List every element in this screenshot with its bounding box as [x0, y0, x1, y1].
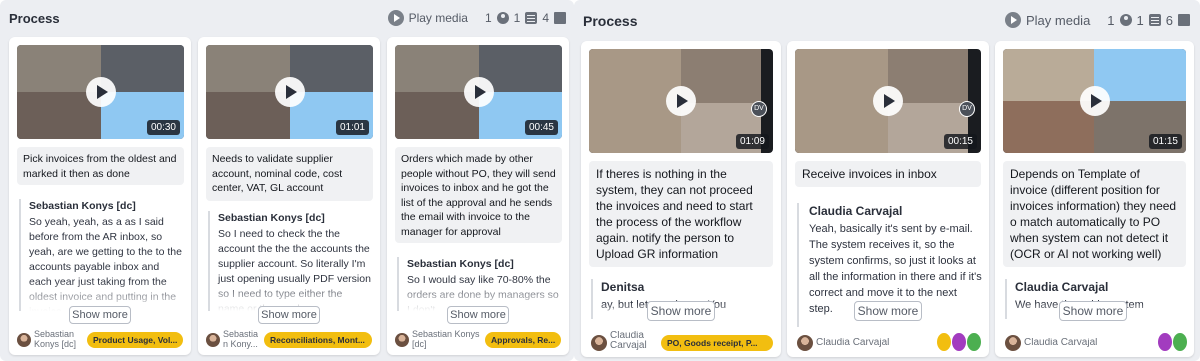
avatar	[1005, 335, 1021, 351]
page-icon	[554, 12, 566, 24]
participant-initials-badge: DV	[959, 101, 975, 117]
highlight-summary: Needs to validate supplier account, nomi…	[206, 147, 373, 201]
pages-count: 6	[1165, 12, 1173, 28]
highlight-card[interactable]: 00:45 Orders which made by other people …	[387, 37, 569, 355]
show-more-button[interactable]: Show more	[258, 306, 320, 324]
play-media-button[interactable]: Play media	[1026, 13, 1090, 28]
video-thumbnail[interactable]: 00:45	[395, 45, 562, 139]
transcripts-count: 1	[1136, 12, 1144, 28]
footer-speaker-name: Sebastian Konys [dc]	[34, 329, 77, 349]
panel-header: Process Play media 1 1 6	[574, 0, 1200, 38]
topic-tag[interactable]: Approvals, Re...	[485, 332, 561, 348]
highlight-card[interactable]: DV 01:09 If theres is nothing in the sys…	[581, 41, 781, 357]
video-play-icon[interactable]	[873, 86, 903, 116]
panel-title: Process	[9, 11, 60, 26]
video-duration: 00:30	[146, 120, 180, 135]
topic-tag[interactable]: Reconciliations, Mont...	[264, 332, 372, 348]
video-thumbnail[interactable]: 00:30	[17, 45, 184, 139]
transcript-quote: Sebastian Konys [dc] So I would say like…	[397, 257, 560, 311]
video-play-icon[interactable]	[85, 77, 116, 107]
highlight-card[interactable]: 01:15 Depends on Template of invoice (di…	[995, 41, 1194, 357]
status-dot-green	[1173, 333, 1187, 351]
avatar	[591, 335, 607, 351]
panel-header: Process Play media 1 1 4	[0, 0, 574, 38]
transcript-icon	[525, 12, 538, 24]
page-icon	[1178, 14, 1190, 26]
card-footer: Claudia Carvajal	[995, 327, 1194, 357]
user-icon	[496, 12, 509, 24]
highlight-card[interactable]: 01:01 Needs to validate supplier account…	[198, 37, 380, 355]
status-dot-purple	[1158, 333, 1172, 351]
speaker-name: Sebastian Konys [dc]	[29, 200, 136, 212]
panel-title: Process	[583, 13, 638, 29]
video-thumbnail[interactable]: DV 00:15	[795, 49, 981, 153]
avatar	[395, 333, 409, 347]
highlight-summary: Pick invoices from the oldest and marked…	[17, 147, 184, 185]
highlight-summary: If theres is nothing in the system, they…	[589, 161, 773, 267]
avatar	[17, 333, 31, 347]
play-media-button[interactable]: Play media	[409, 11, 468, 25]
speaker-name: Claudia Carvajal	[1015, 280, 1109, 294]
status-dot-purple	[952, 333, 966, 351]
play-icon[interactable]	[1004, 12, 1021, 28]
card-footer: Sebastia n Kony... Reconciliations, Mont…	[198, 325, 380, 355]
speaker-name: Sebastian Konys [dc]	[407, 258, 514, 270]
participants-count: 1	[1107, 12, 1115, 28]
highlight-summary: Depends on Template of invoice (differen…	[1003, 161, 1186, 267]
transcript-quote: Sebastian Konys [dc] So yeah, yeah, as a…	[19, 199, 182, 311]
card-footer: Sebastian Konys [dc] Product Usage, Vol.…	[9, 325, 191, 355]
show-more-button[interactable]: Show more	[854, 301, 922, 321]
transcript-icon	[1148, 14, 1161, 26]
participant-initials-badge: DV	[751, 101, 767, 117]
transcripts-count: 1	[513, 11, 521, 25]
highlight-summary: Receive invoices in inbox	[795, 161, 981, 187]
video-duration: 01:09	[735, 134, 769, 149]
process-panel-right: Process Play media 1 1 6 DV 01:09 If the…	[574, 0, 1200, 361]
card-footer: Claudia Carvajal	[787, 327, 989, 357]
footer-speaker-name: Sebastian Konys [dc]	[412, 329, 480, 349]
show-more-button[interactable]: Show more	[69, 306, 131, 324]
video-duration: 01:15	[1148, 134, 1182, 149]
card-footer: Claudia Carvajal PO, Goods receipt, P...	[581, 327, 781, 357]
topic-tag[interactable]: PO, Goods receipt, P...	[661, 335, 773, 351]
video-duration: 00:45	[524, 120, 558, 135]
play-icon[interactable]	[387, 10, 404, 26]
video-play-icon[interactable]	[1079, 86, 1110, 116]
header-tools: Play media 1 1 4	[387, 10, 566, 26]
status-dot-yellow	[937, 333, 951, 351]
video-play-icon[interactable]	[463, 77, 494, 107]
topic-tag[interactable]: Product Usage, Vol...	[87, 332, 183, 348]
user-icon	[1119, 14, 1132, 26]
show-more-button[interactable]: Show more	[1059, 301, 1127, 321]
highlight-card[interactable]: 00:30 Pick invoices from the oldest and …	[9, 37, 191, 355]
footer-speaker-name: Claudia Carvajal	[1024, 338, 1098, 348]
speaker-name: Denitsa	[601, 280, 645, 294]
footer-speaker-name: Sebastia n Kony...	[223, 329, 259, 349]
show-more-button[interactable]: Show more	[447, 306, 509, 324]
video-play-icon[interactable]	[274, 77, 305, 107]
card-footer: Sebastian Konys [dc] Approvals, Re...	[387, 325, 569, 355]
video-thumbnail[interactable]: 01:15	[1003, 49, 1186, 153]
highlight-card[interactable]: DV 00:15 Receive invoices in inbox Claud…	[787, 41, 989, 357]
status-dot-green	[967, 333, 981, 351]
highlight-summary: Orders which made by other people withou…	[395, 147, 562, 243]
transcript-quote: Sebastian Konys [dc] So I need to check …	[208, 211, 371, 311]
process-panel-left: Process Play media 1 1 4 00:30 Pick invo…	[0, 0, 574, 361]
video-thumbnail[interactable]: DV 01:09	[589, 49, 773, 153]
show-more-button[interactable]: Show more	[647, 301, 715, 321]
speaker-name: Sebastian Konys [dc]	[218, 212, 325, 224]
video-duration: 01:01	[335, 120, 369, 135]
footer-speaker-name: Claudia Carvajal	[816, 338, 890, 348]
speaker-name: Claudia Carvajal	[809, 204, 903, 218]
avatar	[206, 333, 220, 347]
pages-count: 4	[542, 11, 549, 25]
footer-speaker-name: Claudia Carvajal	[610, 331, 647, 351]
avatar	[797, 335, 813, 351]
video-duration: 00:15	[943, 134, 977, 149]
header-tools: Play media 1 1 6	[1004, 12, 1190, 28]
video-thumbnail[interactable]: 01:01	[206, 45, 373, 139]
video-play-icon[interactable]	[666, 86, 696, 116]
participants-count: 1	[484, 11, 492, 25]
